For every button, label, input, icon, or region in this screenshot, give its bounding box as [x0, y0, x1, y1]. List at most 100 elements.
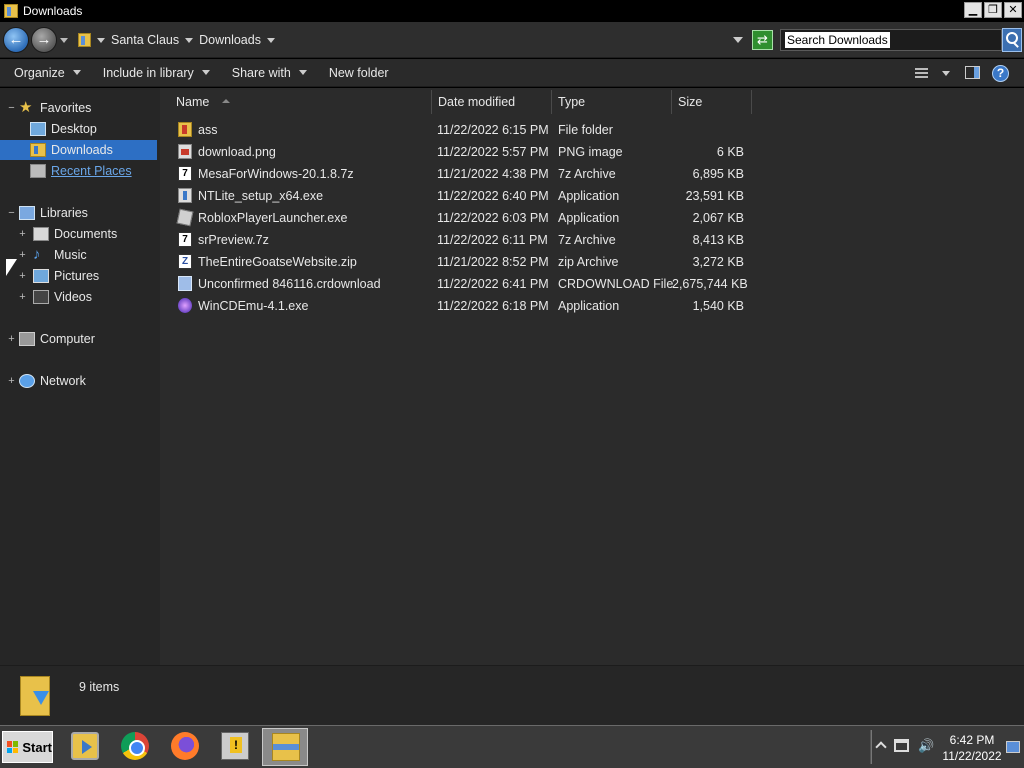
mouse-cursor-icon	[6, 259, 17, 276]
taskbar-virtualbox[interactable]	[212, 728, 258, 766]
nav-item-music[interactable]: + ♪ Music	[0, 245, 157, 265]
nav-item-pictures[interactable]: + Pictures	[0, 266, 157, 286]
back-button[interactable]: ←	[3, 27, 29, 53]
more-views-dropdown[interactable]	[942, 71, 950, 76]
taskbar-firefox[interactable]	[162, 728, 208, 766]
share-with-button[interactable]: Share with	[232, 66, 307, 80]
clock[interactable]: 6:42 PM 11/22/2022	[938, 732, 1006, 764]
title-bar: Downloads ▁ ❐ ✕	[0, 0, 1024, 22]
column-header-size[interactable]: Size	[672, 90, 752, 114]
nav-network[interactable]: + Network	[0, 371, 160, 391]
change-view-icon[interactable]	[915, 68, 928, 78]
column-header-type[interactable]: Type	[552, 90, 672, 114]
collapse-icon[interactable]: −	[7, 102, 16, 114]
nav-item-recent-places[interactable]: Recent Places	[0, 161, 157, 181]
collapse-icon[interactable]: −	[7, 207, 16, 219]
png-image-icon	[178, 144, 192, 159]
show-desktop-icon[interactable]	[1006, 741, 1020, 753]
nav-computer[interactable]: + Computer	[0, 329, 160, 349]
expand-icon[interactable]: +	[18, 249, 27, 261]
nav-item-label: Documents	[54, 227, 118, 241]
recent-places-icon	[30, 164, 46, 178]
nav-item-label: Recent Places	[51, 164, 132, 178]
refresh-button[interactable]: ⇄	[752, 30, 773, 50]
nav-item-downloads[interactable]: Downloads	[0, 140, 157, 160]
nav-libraries[interactable]: − Libraries	[0, 203, 160, 223]
expand-icon[interactable]: +	[18, 270, 27, 282]
file-size: 3,272 KB	[692, 255, 744, 269]
nav-item-documents[interactable]: + Documents	[0, 224, 157, 244]
file-type: Application	[558, 211, 620, 225]
start-button[interactable]: Start	[2, 731, 53, 763]
star-icon: ★	[19, 99, 33, 116]
address-history-dropdown[interactable]	[733, 37, 743, 43]
expand-icon[interactable]: +	[18, 291, 27, 303]
windows-explorer-icon	[272, 733, 300, 761]
forward-button[interactable]: →	[31, 27, 57, 53]
column-header-name[interactable]: Name	[170, 90, 432, 114]
file-date: 11/21/2022 4:38 PM	[437, 167, 549, 181]
videos-icon	[33, 290, 49, 304]
nav-item-desktop[interactable]: Desktop	[0, 119, 157, 139]
share-with-label: Share with	[231, 65, 291, 80]
zip-archive-icon: Z	[178, 254, 192, 269]
tray-separator	[870, 730, 872, 764]
close-button[interactable]: ✕	[1004, 2, 1022, 18]
pictures-icon	[33, 269, 49, 283]
include-in-library-label: Include in library	[102, 65, 194, 80]
table-row[interactable]: 7 MesaForWindows-20.1.8.7z 11/21/2022 4:38…	[160, 163, 1024, 185]
table-row[interactable]: download.png 11/22/2022 5:57 PM PNG image 6…	[160, 141, 1024, 163]
organize-button[interactable]: Organize	[14, 66, 81, 80]
chevron-down-icon	[201, 70, 210, 75]
table-row[interactable]: ass 11/22/2022 6:15 PM File folder	[160, 119, 1024, 141]
search-input[interactable]: Search Downloads	[780, 29, 1002, 51]
table-row[interactable]: Unconfirmed 846116.crdownload 11/22/2022 …	[160, 273, 1024, 295]
expand-icon[interactable]: +	[7, 333, 16, 345]
new-folder-button[interactable]: New folder	[329, 66, 389, 80]
include-in-library-button[interactable]: Include in library	[103, 66, 210, 80]
nav-favorites[interactable]: − ★ Favorites	[0, 98, 160, 118]
search-icon[interactable]	[1002, 28, 1022, 52]
file-name: TheEntireGoatseWebsite.zip	[198, 255, 357, 269]
recent-pages-dropdown[interactable]	[60, 38, 68, 43]
media-player-icon	[71, 732, 99, 760]
clock-time: 6:42 PM	[949, 733, 995, 747]
file-name: Unconfirmed 846116.crdownload	[198, 277, 381, 291]
maximize-button[interactable]: ❐	[984, 2, 1002, 18]
nav-computer-label: Computer	[40, 332, 95, 346]
chevron-down-icon	[72, 70, 81, 75]
table-row[interactable]: NTLite_setup_x64.exe 11/22/2022 6:40 PM Ap…	[160, 185, 1024, 207]
volume-icon[interactable]: 🔊	[918, 739, 934, 753]
expand-icon[interactable]: +	[7, 375, 16, 387]
breadcrumb-downloads[interactable]: Downloads	[199, 33, 261, 47]
network-tray-icon[interactable]	[894, 739, 909, 752]
taskbar-windows-explorer[interactable]	[262, 728, 308, 766]
libraries-icon	[19, 206, 35, 220]
table-row[interactable]: RobloxPlayerLauncher.exe 11/22/2022 6:03 …	[160, 207, 1024, 229]
breadcrumb[interactable]: Santa Claus Downloads	[72, 28, 750, 52]
new-folder-label: New folder	[328, 65, 389, 80]
documents-icon	[33, 227, 49, 241]
table-row[interactable]: Z TheEntireGoatseWebsite.zip 11/21/2022 8:…	[160, 251, 1024, 273]
column-header-date[interactable]: Date modified	[432, 90, 552, 114]
table-row[interactable]: 7 srPreview.7z 11/22/2022 6:11 PM 7z Archiv…	[160, 229, 1024, 251]
7z-archive-icon: 7	[178, 232, 192, 247]
expand-icon[interactable]: +	[18, 228, 27, 240]
forward-arrow-icon: →	[36, 31, 52, 48]
table-row[interactable]: WinCDEmu-4.1.exe 11/22/2022 6:18 PM Applic…	[160, 295, 1024, 317]
nav-item-videos[interactable]: + Videos	[0, 287, 157, 307]
folder-downloads-icon	[4, 4, 18, 18]
breadcrumb-santa-claus[interactable]: Santa Claus	[111, 33, 179, 47]
taskbar-media-player[interactable]	[62, 728, 108, 766]
help-icon[interactable]: ?	[992, 65, 1009, 82]
taskbar-chrome[interactable]	[112, 728, 158, 766]
chevron-down-icon[interactable]	[266, 37, 275, 43]
nav-libraries-label: Libraries	[40, 206, 88, 220]
preview-pane-icon[interactable]	[965, 66, 980, 79]
chevron-down-icon[interactable]	[97, 37, 105, 43]
file-size: 23,591 KB	[685, 189, 744, 203]
chevron-down-icon[interactable]	[185, 37, 194, 43]
downloads-folder-icon	[20, 676, 50, 716]
show-hidden-icons-icon[interactable]	[875, 741, 887, 753]
minimize-button[interactable]: ▁	[964, 2, 982, 18]
